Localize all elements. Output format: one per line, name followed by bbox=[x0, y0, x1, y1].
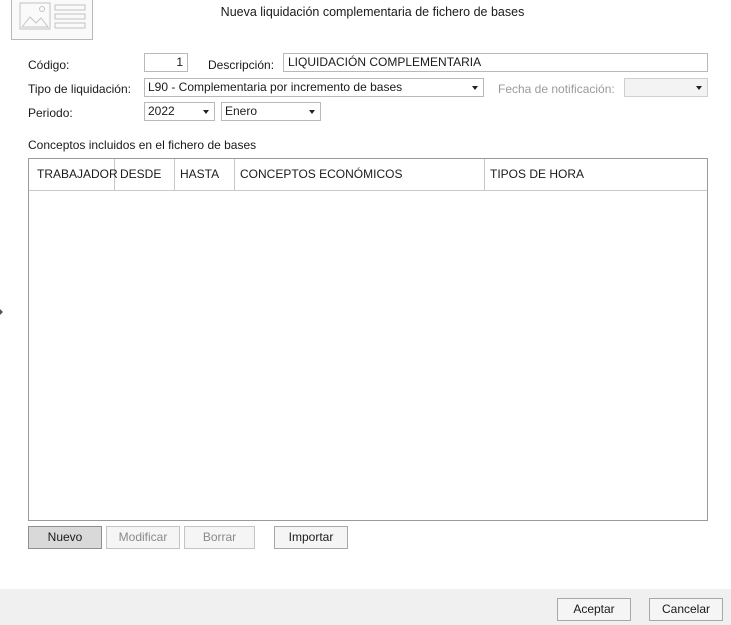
fecha-notificacion-label: Fecha de notificación: bbox=[498, 82, 615, 96]
chevron-down-icon bbox=[309, 110, 315, 114]
periodo-year-select[interactable]: 2022 bbox=[144, 102, 215, 121]
table-header: TRABAJADOR DESDE HASTA CONCEPTOS ECONÓMI… bbox=[29, 159, 707, 191]
column-header-hasta[interactable]: HASTA bbox=[175, 159, 235, 190]
periodo-month-select[interactable]: Enero bbox=[221, 102, 321, 121]
column-header-conceptos-economicos[interactable]: CONCEPTOS ECONÓMICOS bbox=[235, 159, 485, 190]
modificar-button[interactable]: Modificar bbox=[106, 526, 180, 549]
tipo-liquidacion-select[interactable]: L90 - Complementaria por incremento de b… bbox=[144, 78, 484, 97]
codigo-label: Código: bbox=[28, 58, 70, 72]
periodo-label: Periodo: bbox=[28, 106, 73, 120]
borrar-button[interactable]: Borrar bbox=[184, 526, 255, 549]
tipo-liquidacion-value: L90 - Complementaria por incremento de b… bbox=[148, 80, 403, 94]
cancelar-button[interactable]: Cancelar bbox=[649, 598, 723, 621]
importar-button[interactable]: Importar bbox=[274, 526, 348, 549]
chevron-down-icon bbox=[203, 110, 209, 114]
descripcion-input[interactable]: LIQUIDACIÓN COMPLEMENTARIA bbox=[283, 53, 708, 72]
periodo-year-value: 2022 bbox=[148, 104, 175, 118]
conceptos-table[interactable]: TRABAJADOR DESDE HASTA CONCEPTOS ECONÓMI… bbox=[28, 158, 708, 521]
tipo-liquidacion-label: Tipo de liquidación: bbox=[28, 82, 131, 96]
chevron-down-icon bbox=[696, 86, 702, 90]
column-header-desde[interactable]: DESDE bbox=[115, 159, 175, 190]
periodo-month-value: Enero bbox=[225, 104, 258, 118]
descripcion-label: Descripción: bbox=[208, 58, 275, 72]
nuevo-button[interactable]: Nuevo bbox=[28, 526, 102, 549]
aceptar-button[interactable]: Aceptar bbox=[557, 598, 631, 621]
dialog-title: Nueva liquidación complementaria de fich… bbox=[220, 5, 525, 19]
chevron-down-icon bbox=[472, 86, 478, 90]
column-header-trabajador[interactable]: TRABAJADOR bbox=[32, 159, 118, 190]
conceptos-section-label: Conceptos incluidos en el fichero de bas… bbox=[28, 138, 257, 152]
fecha-notificacion-select[interactable] bbox=[624, 78, 708, 97]
column-header-tipos-de-hora[interactable]: TIPOS DE HORA bbox=[485, 159, 707, 190]
expand-arrow-icon[interactable] bbox=[0, 309, 3, 315]
codigo-input[interactable]: 1 bbox=[144, 53, 188, 72]
